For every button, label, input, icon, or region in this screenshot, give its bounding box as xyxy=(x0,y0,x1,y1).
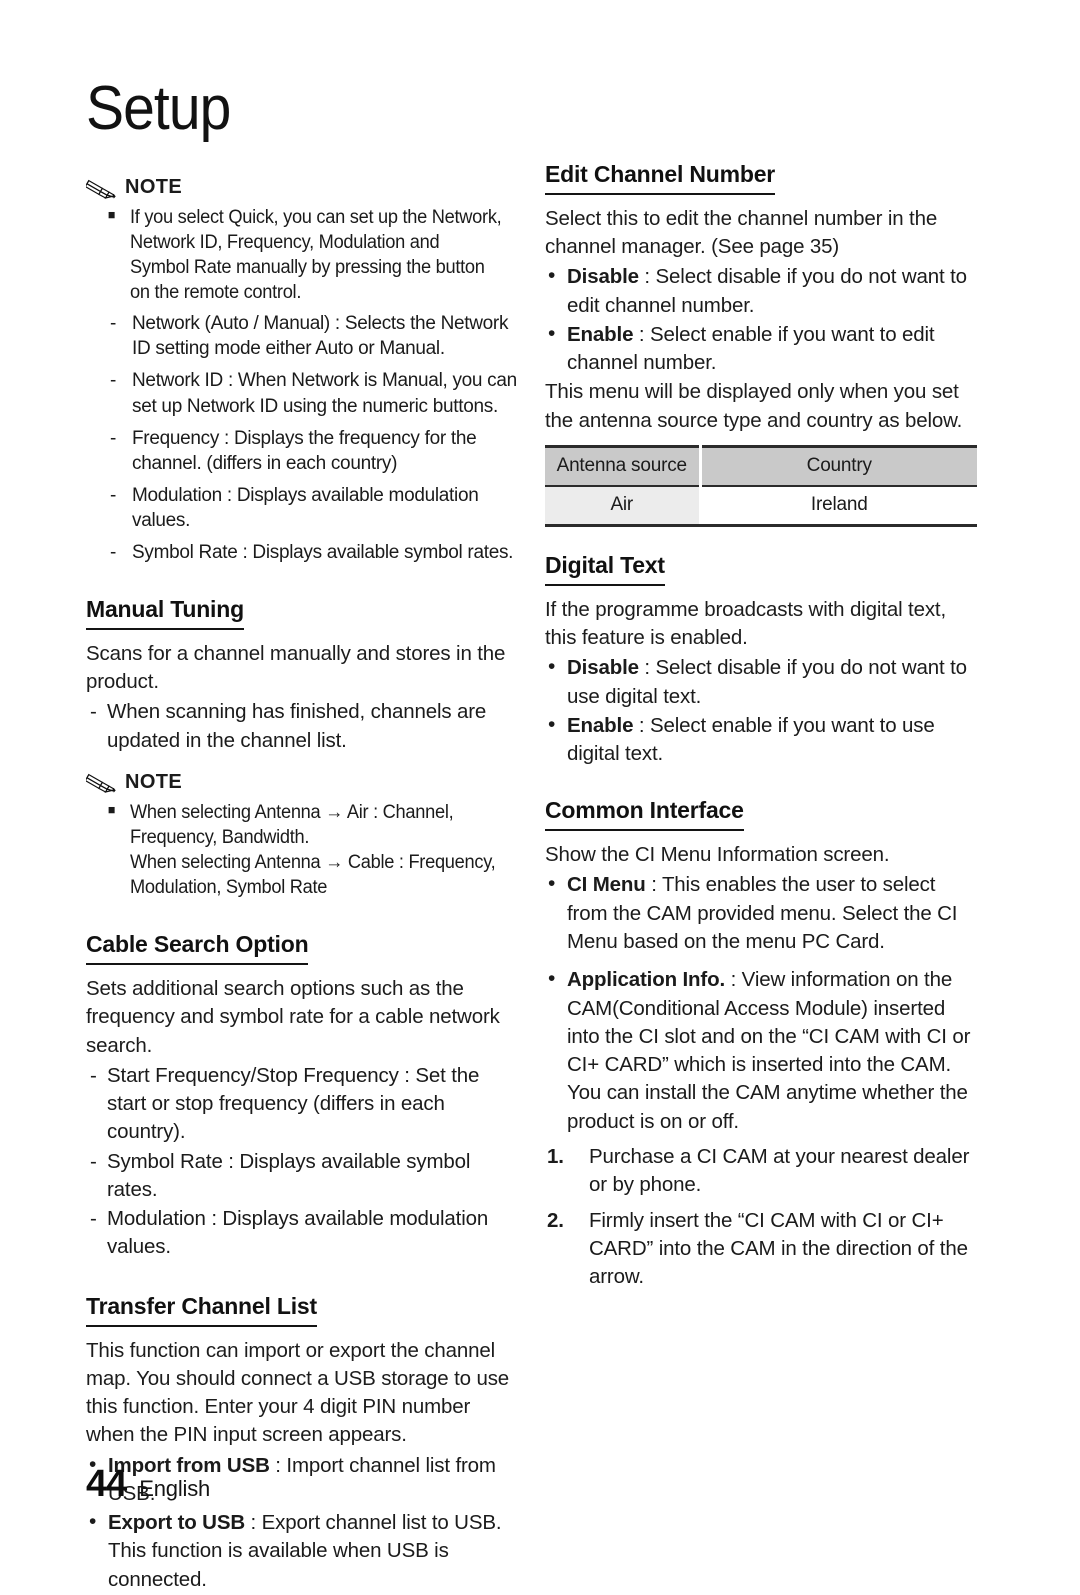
bullet-list: Disable : Select disable if you do not w… xyxy=(545,653,977,769)
numbered-step: 1. Purchase a CI CAM at your nearest deal… xyxy=(545,1143,977,1200)
section-manual-tuning: Manual Tuning xyxy=(86,595,518,630)
section-cable-search-option: Cable Search Option xyxy=(86,930,518,965)
table-header-antenna-source: Antenna source xyxy=(545,445,702,487)
step-number: 1. xyxy=(547,1145,564,1168)
page-title: Setup xyxy=(86,74,231,143)
table-cell-country: Ireland xyxy=(700,486,977,527)
note-header: NOTE xyxy=(86,176,518,199)
note-label: NOTE xyxy=(125,176,183,198)
dash-item: Modulation : Displays available modulati… xyxy=(86,1205,518,1262)
section-intro-text: Sets additional search options such as t… xyxy=(86,976,500,1057)
table-cell-antenna-source: Air xyxy=(545,486,702,527)
two-column-body: NOTE If you select Quick, you can set up… xyxy=(0,160,1080,1591)
left-column: NOTE If you select Quick, you can set up… xyxy=(86,160,518,1595)
section-intro-text: Show the CI Menu Information screen. xyxy=(545,843,890,867)
bullet-item: Enable : Select enable if you want to ed… xyxy=(545,320,977,378)
numbered-step: 2. Firmly insert the “CI CAM with CI or C… xyxy=(545,1207,977,1292)
section-intro-text: This function can import or export the c… xyxy=(86,1338,510,1447)
bullet-item: Enable : Select enable if you want to us… xyxy=(545,711,977,769)
section-common-interface: Common Interface xyxy=(545,796,977,832)
bullet-term: Disable xyxy=(567,265,639,289)
dash-item: Symbol Rate : Displays available symbol … xyxy=(86,1148,518,1205)
note-header: NOTE xyxy=(86,771,518,794)
section-heading: Digital Text xyxy=(545,551,665,586)
antenna-country-table: Antenna source Country Air Ireland xyxy=(545,445,977,527)
note-item-list: When selecting Antenna → Air : Channel, … xyxy=(86,800,518,900)
numbered-step-list: 1. Purchase a CI CAM at your nearest deal… xyxy=(545,1143,977,1291)
page-language: English xyxy=(139,1476,211,1501)
section-heading: Edit Channel Number xyxy=(545,160,775,195)
section-outro-text: This menu will be displayed only when yo… xyxy=(545,380,963,432)
pencil-icon xyxy=(86,179,116,199)
note-item-line-1: When selecting Antenna → Air : Channel, … xyxy=(130,801,454,848)
note-sub-item: Modulation : Displays available modulati… xyxy=(106,483,518,533)
right-column: Edit Channel Number Select this to edit … xyxy=(545,160,977,1291)
bullet-term: Enable xyxy=(567,322,634,346)
section-heading: Common Interface xyxy=(545,796,744,832)
section-intro-text: Select this to edit the channel number i… xyxy=(545,206,938,259)
bullet-term: Application Info. xyxy=(567,968,726,992)
table-header-country: Country xyxy=(700,445,977,487)
note-item: If you select Quick, you can set up the … xyxy=(106,205,502,305)
section-intro-text: If the programme broadcasts with digital… xyxy=(545,597,947,650)
bullet-term: Disable xyxy=(567,656,639,680)
section-intro-text: Scans for a channel manually and stores … xyxy=(86,641,506,694)
note-item-line-2: When selecting Antenna → Cable : Frequen… xyxy=(130,852,496,899)
bullet-list: CI Menu : This enables the user to selec… xyxy=(545,870,977,1136)
dash-list: Start Frequency/Stop Frequency : Set the… xyxy=(86,1062,518,1262)
step-number: 2. xyxy=(547,1208,564,1232)
bullet-text: : View information on the CAM(Conditiona… xyxy=(567,968,971,1133)
note-sub-item: Symbol Rate : Displays available symbol … xyxy=(106,540,518,565)
bullet-item: Disable : Select disable if you do not w… xyxy=(545,653,977,711)
section-heading: Transfer Channel List xyxy=(86,1292,317,1327)
bullet-item: Application Info. : View information on … xyxy=(545,965,977,1136)
section-heading: Manual Tuning xyxy=(86,595,244,630)
bullet-term: Enable xyxy=(567,713,634,737)
note-label: NOTE xyxy=(125,770,183,793)
note-sub-item: Network (Auto / Manual) : Selects the Ne… xyxy=(106,311,518,361)
bullet-item: Export to USB : Export channel list to U… xyxy=(86,1508,518,1594)
section-heading: Cable Search Option xyxy=(86,930,309,965)
manual-page: Setup NOTE ■ If you select Quick, you ca… xyxy=(0,0,1080,1591)
section-transfer-channel-list: Transfer Channel List xyxy=(86,1292,518,1327)
bullet-item: CI Menu : This enables the user to selec… xyxy=(545,870,977,956)
note-subitem-wrap: Network (Auto / Manual) : Selects the Ne… xyxy=(86,311,518,565)
dash-item: Start Frequency/Stop Frequency : Set the… xyxy=(86,1062,518,1147)
step-text: Purchase a CI CAM at your nearest dealer… xyxy=(589,1145,970,1197)
section-digital-text: Digital Text xyxy=(545,551,977,586)
dash-list: When scanning has finished, channels are… xyxy=(86,698,518,755)
bullet-list: Disable : Select disable if you do not w… xyxy=(545,262,977,378)
note-block-top: NOTE If you select Quick, you can set up… xyxy=(86,176,518,565)
bullet-term: CI Menu xyxy=(567,873,646,897)
bullet-item: Disable : Select disable if you do not w… xyxy=(545,262,977,320)
page-number: 44 xyxy=(86,1463,127,1505)
table-header-row: Antenna source Country xyxy=(545,445,977,487)
step-text: Firmly insert the “CI CAM with CI or CI+… xyxy=(589,1208,968,1289)
note-sub-list: Network (Auto / Manual) : Selects the Ne… xyxy=(106,311,518,565)
note-item-list: If you select Quick, you can set up the … xyxy=(86,205,518,305)
dash-item: When scanning has finished, channels are… xyxy=(86,698,518,755)
table-row: Air Ireland xyxy=(545,486,977,527)
section-edit-channel-number: Edit Channel Number xyxy=(545,160,977,195)
note-item: When selecting Antenna → Air : Channel, … xyxy=(106,800,502,900)
note-sub-item: Frequency : Displays the frequency for t… xyxy=(106,426,518,476)
bullet-term: Export to USB xyxy=(108,1511,245,1535)
page-footer: 44 English xyxy=(86,1463,210,1506)
note-sub-item: Network ID : When Network is Manual, you… xyxy=(106,368,518,418)
note-block-manual-tuning: NOTE When selecting Antenna → Air : Chan… xyxy=(86,771,518,900)
pencil-icon xyxy=(86,774,116,794)
